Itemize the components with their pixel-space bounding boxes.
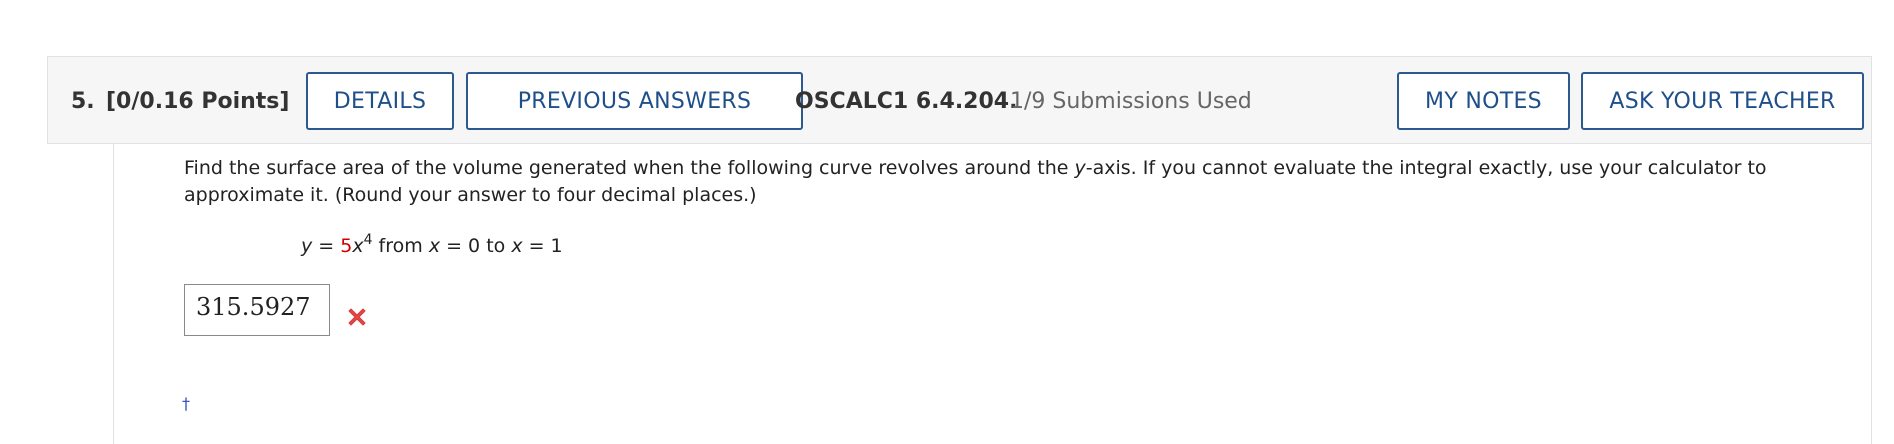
equation-from-text: from (372, 235, 429, 257)
answer-input[interactable]: 315.5927 (184, 284, 330, 336)
question-number: 5. (71, 89, 95, 114)
footnote-marker[interactable]: † (182, 394, 190, 413)
previous-answers-button[interactable]: PREVIOUS ANSWERS (466, 72, 803, 130)
prompt-text-1: Find the surface area of the volume gene… (184, 157, 1075, 179)
question-code: OSCALC1 6.4.204. (795, 89, 1018, 114)
equation-from-variable: x (428, 235, 441, 257)
equation-exponent: 4 (363, 232, 373, 248)
wrong-x-icon (348, 308, 366, 326)
my-notes-button[interactable]: MY NOTES (1397, 72, 1570, 130)
details-button[interactable]: DETAILS (306, 72, 454, 130)
equation-equals: = (312, 235, 341, 257)
ask-your-teacher-button[interactable]: ASK YOUR TEACHER (1581, 72, 1864, 130)
question-body: Find the surface area of the volume gene… (113, 144, 1872, 444)
equation-lhs-variable: y (301, 235, 313, 257)
problem-equation: y = 5x4 from x = 0 to x = 1 (301, 232, 563, 257)
question-5: 5. [0/0.16 Points] DETAILS PREVIOUS ANSW… (47, 56, 1874, 444)
equation-to-value: = 1 (522, 235, 563, 257)
equation-to-variable: x (511, 235, 523, 257)
question-points: [0/0.16 Points] (106, 89, 290, 114)
prompt-variable: y (1074, 157, 1086, 179)
equation-coefficient: 5 (340, 235, 353, 257)
problem-prompt: Find the surface area of the volume gene… (184, 155, 1844, 209)
equation-from-value: = 0 to (440, 235, 512, 257)
submissions-used: 1/9 Submissions Used (1010, 89, 1252, 114)
equation-variable: x (352, 235, 364, 257)
question-header: 5. [0/0.16 Points] DETAILS PREVIOUS ANSW… (47, 56, 1872, 144)
